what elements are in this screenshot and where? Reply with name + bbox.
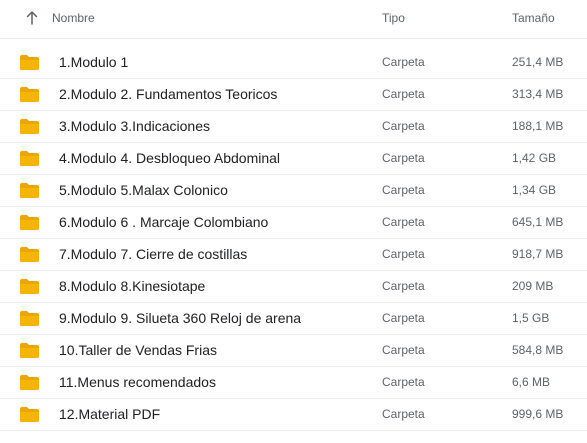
arrow-up-icon[interactable] [26, 10, 38, 26]
folder-size: 584,8 MB [512, 343, 564, 357]
folder-name: 4.Modulo 4. Desbloqueo Abdominal [59, 150, 281, 166]
folder-type: Carpeta [382, 343, 425, 357]
folder-row[interactable]: 2.Modulo 2. Fundamentos Teoricos Carpeta… [0, 78, 587, 111]
folder-row[interactable]: 11.Menus recomendados Carpeta 6,6 MB [0, 366, 587, 399]
folder-name: 2.Modulo 2. Fundamentos Teoricos [59, 86, 278, 102]
folder-type: Carpeta [382, 55, 425, 69]
folder-row[interactable]: 1.Modulo 1 Carpeta 251,4 MB [0, 46, 587, 79]
folder-name: 7.Modulo 7. Cierre de costillas [59, 246, 248, 262]
folder-name: 6.Modulo 6 . Marcaje Colombiano [59, 214, 269, 230]
file-list: Nombre Tipo Tamaño 1.Modulo 1 Carpeta 25… [0, 0, 587, 443]
folder-type: Carpeta [382, 407, 425, 421]
folder-row[interactable]: 9.Modulo 9. Silueta 360 Reloj de arena C… [0, 302, 587, 335]
folder-row[interactable]: 5.Modulo 5.Malax Colonico Carpeta 1,34 G… [0, 174, 587, 207]
folder-icon [20, 151, 39, 166]
folder-icon [20, 247, 39, 262]
folder-row[interactable]: 4.Modulo 4. Desbloqueo Abdominal Carpeta… [0, 142, 587, 175]
folder-size: 918,7 MB [512, 247, 564, 261]
folder-row[interactable]: 6.Modulo 6 . Marcaje Colombiano Carpeta … [0, 206, 587, 239]
folder-size: 1,42 GB [512, 151, 557, 165]
column-header-size[interactable]: Tamaño [512, 11, 555, 25]
folder-icon [20, 279, 39, 294]
folder-name: 3.Modulo 3.Indicaciones [59, 118, 210, 134]
folder-type: Carpeta [382, 311, 425, 325]
folder-size: 1,5 GB [512, 311, 550, 325]
folder-type: Carpeta [382, 119, 425, 133]
folder-type: Carpeta [382, 183, 425, 197]
folder-type: Carpeta [382, 215, 425, 229]
folder-icon [20, 119, 39, 134]
folder-type: Carpeta [382, 151, 425, 165]
folder-size: 6,6 MB [512, 375, 551, 389]
folder-icon [20, 407, 39, 422]
folder-size: 188,1 MB [512, 119, 564, 133]
folder-size: 1,34 GB [512, 183, 557, 197]
folder-type: Carpeta [382, 247, 425, 261]
folder-icon [20, 183, 39, 198]
folder-row[interactable]: 12.Material PDF Carpeta 999,6 MB [0, 398, 587, 431]
folder-icon [20, 87, 39, 102]
folder-name: 1.Modulo 1 [59, 54, 129, 70]
folder-type: Carpeta [382, 279, 425, 293]
column-header-type[interactable]: Tipo [382, 11, 405, 25]
list-header: Nombre Tipo Tamaño [0, 0, 587, 39]
column-header-name[interactable]: Nombre [52, 11, 95, 25]
folder-type: Carpeta [382, 375, 425, 389]
folder-icon [20, 343, 39, 358]
folder-name: 9.Modulo 9. Silueta 360 Reloj de arena [59, 310, 302, 326]
folder-name: 11.Menus recomendados [59, 374, 216, 390]
folder-row[interactable]: 10.Taller de Vendas Frias Carpeta 584,8 … [0, 334, 587, 367]
folder-row[interactable]: 7.Modulo 7. Cierre de costillas Carpeta … [0, 238, 587, 271]
folder-icon [20, 215, 39, 230]
folder-size: 251,4 MB [512, 55, 564, 69]
folder-row[interactable]: 3.Modulo 3.Indicaciones Carpeta 188,1 MB [0, 110, 587, 143]
folder-size: 999,6 MB [512, 407, 564, 421]
folder-icon [20, 311, 39, 326]
folder-size: 209 MB [512, 279, 554, 293]
folder-name: 12.Material PDF [59, 406, 161, 422]
folder-type: Carpeta [382, 87, 425, 101]
folder-icon [20, 55, 39, 70]
folder-size: 645,1 MB [512, 215, 564, 229]
folder-name: 5.Modulo 5.Malax Colonico [59, 182, 228, 198]
folder-name: 10.Taller de Vendas Frias [59, 342, 217, 358]
folder-row[interactable]: 8.Modulo 8.Kinesiotape Carpeta 209 MB [0, 270, 587, 303]
folder-name: 8.Modulo 8.Kinesiotape [59, 278, 206, 294]
folder-size: 313,4 MB [512, 87, 564, 101]
folder-icon [20, 375, 39, 390]
